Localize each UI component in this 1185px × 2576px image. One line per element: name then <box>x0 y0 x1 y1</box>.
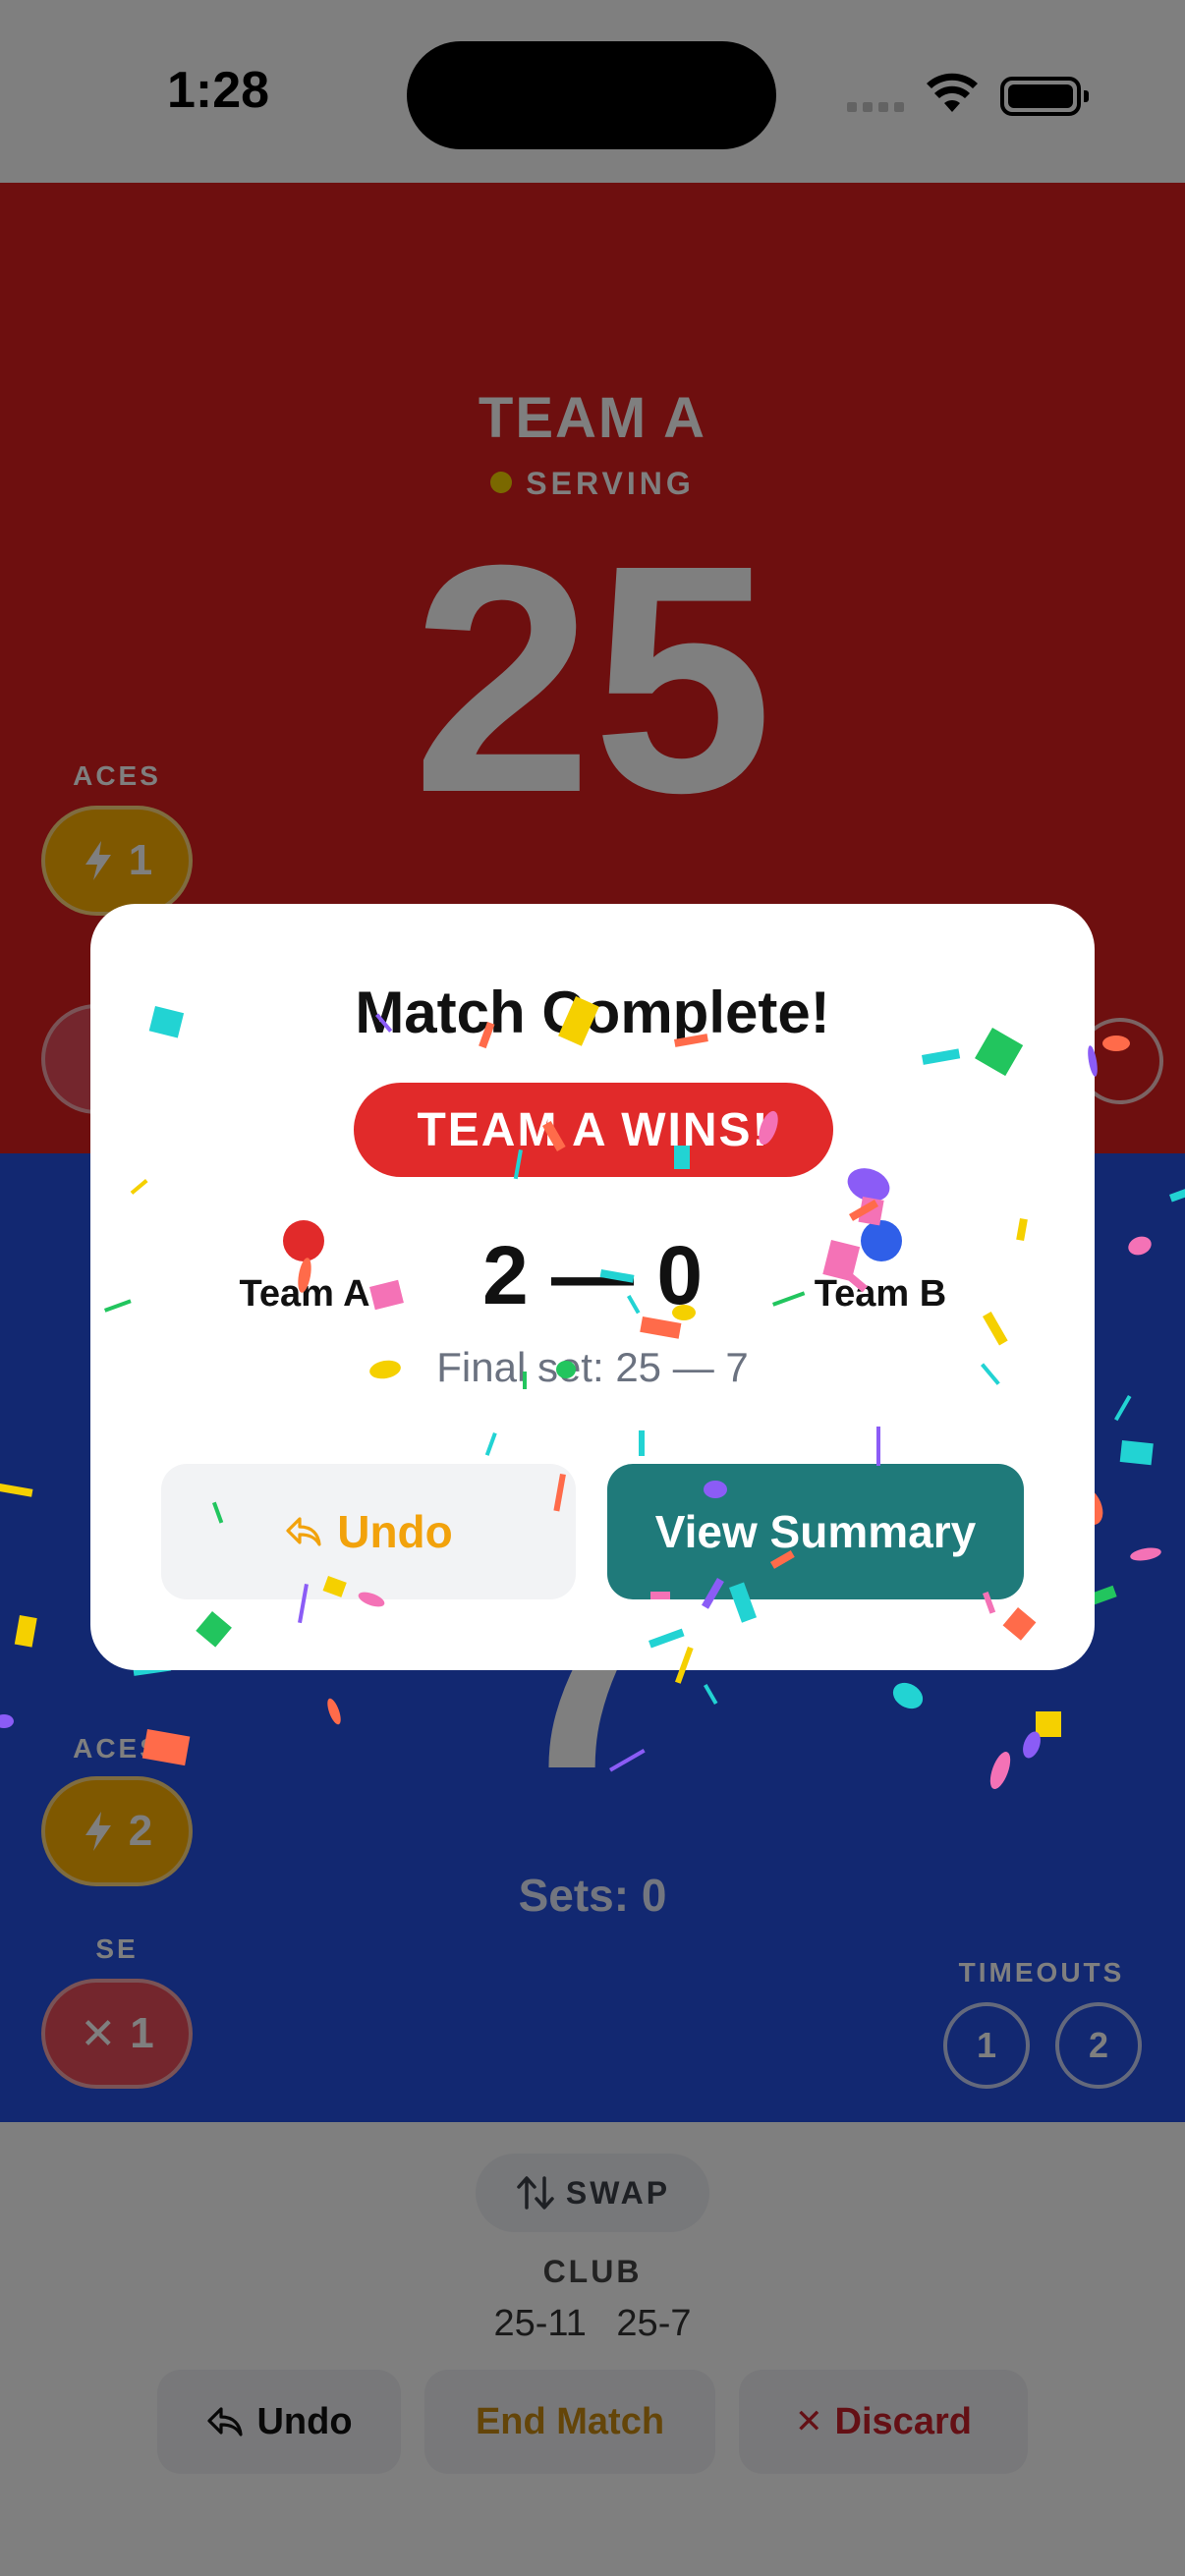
team-b-color-dot <box>861 1220 902 1261</box>
arrow-uturn-left-icon <box>286 1517 321 1546</box>
dialog-title: Match Complete! <box>355 980 830 1045</box>
final-set-score: Final set: 25 — 7 <box>436 1344 749 1390</box>
dialog-team-b: Team B <box>814 1273 947 1315</box>
match-complete-dialog: Match Complete! TEAM A WINS! Team A 2 — … <box>90 904 1095 1670</box>
dialog-undo-button[interactable]: Undo <box>161 1464 576 1599</box>
dialog-undo-label: Undo <box>337 1506 453 1557</box>
view-summary-button[interactable]: View Summary <box>607 1464 1024 1599</box>
winner-badge: TEAM A WINS! <box>354 1083 833 1177</box>
